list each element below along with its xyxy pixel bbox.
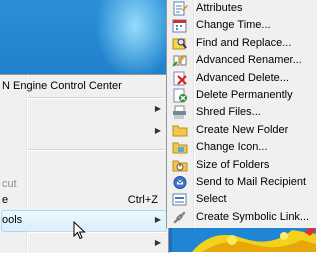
submenu-item-change-time[interactable]: Change Time... (167, 17, 317, 34)
menu-item-label: ools (2, 214, 23, 226)
link-icon (173, 211, 186, 224)
mail-icon (173, 176, 187, 189)
submenu-item-label: Advanced Delete... (196, 71, 289, 84)
calendar-icon (172, 19, 187, 33)
submenu-item-label: Create Symbolic Link... (196, 210, 310, 223)
submenu-item-attributes[interactable]: Attributes (167, 0, 317, 17)
submenu-item-label: Advanced Renamer... (196, 54, 302, 67)
folder-icon (172, 142, 188, 154)
submenu-item-label: Delete Permanently (196, 89, 293, 101)
menu-item-submenu-2[interactable]: ▶ (0, 120, 166, 142)
submenu-arrow-icon: ▶ (154, 104, 161, 113)
submenu-item-shred-files[interactable]: Shred Files... (167, 104, 317, 121)
folder-size-icon (172, 160, 188, 172)
submenu-item-label: Shred Files... (196, 106, 261, 119)
find-replace-icon (172, 38, 187, 50)
submenu-item-label: Size of Folders (196, 158, 270, 171)
submenu-item-label: Select (196, 193, 227, 206)
submenu-item-size-of-folders[interactable]: Size of Folders (167, 157, 317, 174)
submenu-item-select[interactable]: Select (167, 191, 317, 208)
menu-item-shortcut: Ctrl+Z (127, 194, 158, 206)
new-folder-icon (172, 125, 188, 137)
menu-item-undo[interactable]: e Ctrl+Z (0, 189, 166, 211)
delete-permanently-icon (173, 88, 187, 103)
submenu-item-label: Attributes (196, 2, 243, 14)
submenu-item-label: Create New Folder (196, 123, 289, 136)
wallpaper-glow (95, 0, 175, 80)
delete-icon (173, 71, 187, 86)
submenu-item-label: Send to Mail Recipient (196, 176, 307, 188)
submenu-item-advanced-renamer[interactable]: Advanced Renamer... (167, 52, 317, 69)
submenu-arrow-icon: ▶ (154, 238, 161, 247)
submenu-item-label: Find and Replace... (196, 36, 292, 49)
submenu-item-label: Change Time... (196, 19, 271, 32)
submenu-item-label: Change Icon... (196, 141, 268, 154)
attributes-icon (173, 1, 188, 16)
submenu-arrow-icon: ▶ (154, 215, 161, 224)
submenu-item-send-to-mail[interactable]: Send to Mail Recipient (167, 174, 317, 191)
wallpaper-decoration (172, 224, 316, 252)
submenu-item-create-symbolic-link[interactable]: Create Symbolic Link... (167, 209, 317, 226)
menu-item-label: N Engine Control Center (2, 80, 122, 92)
shredder-icon (173, 105, 186, 120)
submenu-item-change-icon[interactable]: Change Icon... (167, 139, 317, 156)
select-icon (172, 193, 187, 206)
submenu-arrow-icon: ▶ (154, 126, 161, 135)
submenu-item-find-replace[interactable]: Find and Replace... (167, 35, 317, 52)
menu-item-engine-control-center[interactable]: N Engine Control Center (0, 75, 166, 97)
tools-submenu: Attributes Change Time... Find and Repla… (166, 0, 317, 228)
menu-separator (28, 149, 166, 150)
menu-item-submenu-1[interactable]: ▶ (0, 98, 166, 120)
submenu-item-delete-permanently[interactable]: Delete Permanently (167, 87, 317, 104)
renamer-icon (172, 55, 187, 67)
mouse-cursor-icon (73, 221, 86, 240)
menu-item-label: e (2, 194, 9, 206)
submenu-item-create-new-folder[interactable]: Create New Folder (167, 122, 317, 139)
submenu-item-advanced-delete[interactable]: Advanced Delete... (167, 70, 317, 87)
